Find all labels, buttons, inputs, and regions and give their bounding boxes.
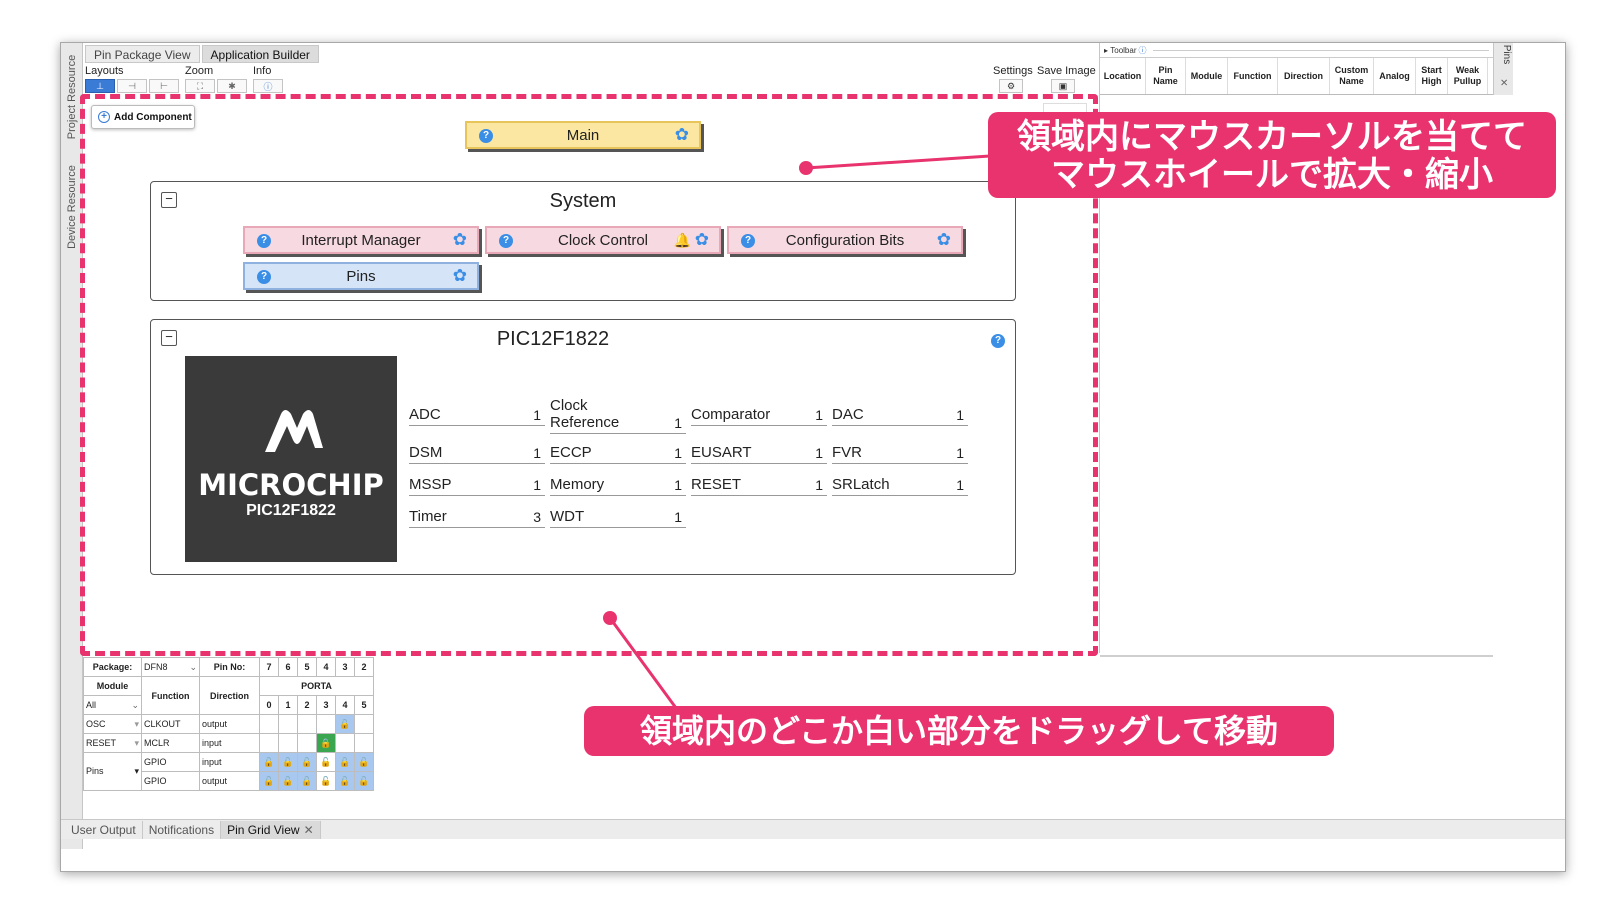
zoom-leader-line bbox=[805, 154, 991, 170]
zoom-callout-line2: マウスホイールで拡大・縮小 bbox=[1051, 155, 1493, 195]
drag-callout: 領域内のどこか白い部分をドラッグして移動 bbox=[584, 706, 1334, 756]
zoom-leader-dot bbox=[799, 161, 813, 175]
drag-leader-line bbox=[608, 617, 678, 709]
zoom-callout: 領域内にマウスカーソルを当てて マウスホイールで拡大・縮小 bbox=[988, 112, 1556, 198]
drag-leader-dot bbox=[603, 611, 617, 625]
zoom-callout-line1: 領域内にマウスカーソルを当てて bbox=[1017, 117, 1527, 157]
